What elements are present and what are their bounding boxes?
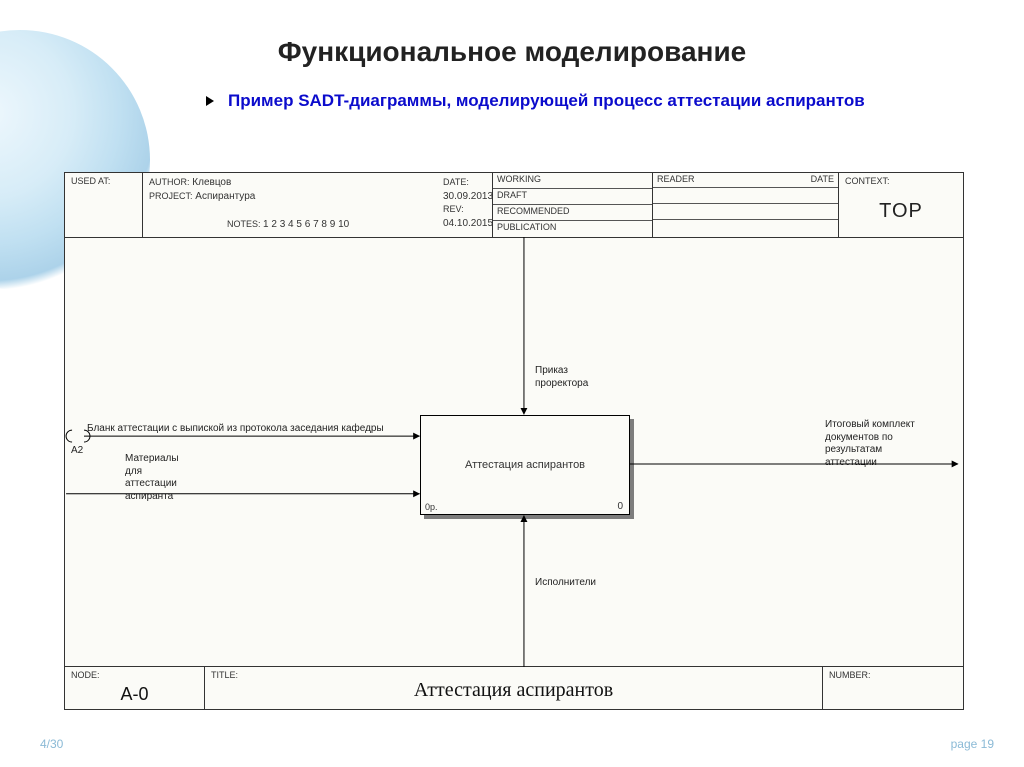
status-recommended: RECOMMENDED <box>493 205 652 221</box>
status-publication: PUBLICATION <box>493 221 652 237</box>
header-reader-block: READER DATE <box>653 173 839 237</box>
node-label: NODE: <box>71 670 100 680</box>
arrow-output-l3: результатам <box>825 444 915 457</box>
notes-value: 1 2 3 4 5 6 7 8 9 10 <box>263 219 349 230</box>
context-value: TOP <box>845 200 957 223</box>
arrow-output-l2: документов по <box>825 432 915 445</box>
arrow-control-label: Приказ проректора <box>535 365 588 390</box>
page-title: Функциональное моделирование <box>0 36 1024 68</box>
arrow-input2-l2: для <box>125 466 179 479</box>
date-label: DATE: <box>443 177 469 187</box>
arrow-input1-call: A2 <box>71 445 83 458</box>
author-value: Клевцов <box>192 177 231 188</box>
arrow-output-l1: Итоговый комплект <box>825 419 915 432</box>
process-id-left: 0р. <box>425 502 438 512</box>
used-at-label: USED AT: <box>71 176 110 186</box>
process-id-right: 0 <box>617 501 623 512</box>
project-label: PROJECT: <box>149 191 193 201</box>
reader-label: READER <box>657 174 695 184</box>
notes-label: NOTES: <box>227 219 261 229</box>
process-box: Аттестация аспирантов 0р. 0 <box>420 415 630 515</box>
footer-number: NUMBER: <box>823 667 963 709</box>
header-used-at: USED AT: <box>65 173 143 237</box>
arrow-output-l4: аттестации <box>825 457 915 470</box>
sadt-diagram-frame: USED AT: AUTHOR: Клевцов PROJECT: Аспира… <box>64 172 964 710</box>
header-context-block: CONTEXT: TOP <box>839 173 963 237</box>
date-value: 30.09.2013 <box>443 191 493 202</box>
reader-date-label: DATE <box>811 174 834 184</box>
number-label: NUMBER: <box>829 670 871 680</box>
arrow-input2-l4: аспиранта <box>125 491 179 504</box>
arrow-output-label: Итоговый комплект документов по результа… <box>825 419 915 469</box>
arrow-control-l1: Приказ <box>535 365 588 378</box>
arrow-input2-l3: аттестации <box>125 478 179 491</box>
diagram-header: USED AT: AUTHOR: Клевцов PROJECT: Аспира… <box>65 173 963 238</box>
footer-title: TITLE: Аттестация аспирантов <box>205 667 823 709</box>
arrow-input2-label: Материалы для аттестации аспиранта <box>125 453 179 503</box>
reader-row <box>653 220 838 235</box>
arrow-input2-l1: Материалы <box>125 453 179 466</box>
page-number: page 19 <box>951 737 994 751</box>
context-label: CONTEXT: <box>845 176 957 186</box>
status-working: WORKING <box>493 173 652 189</box>
header-status-block: WORKING DRAFT RECOMMENDED PUBLICATION <box>493 173 653 237</box>
reader-row <box>653 204 838 220</box>
arrow-control-l2: проректора <box>535 378 588 391</box>
page-counter: 4/30 <box>40 737 63 751</box>
diagram-footer: NODE: A-0 TITLE: Аттестация аспирантов N… <box>65 666 963 709</box>
rev-value: 04.10.2015 <box>443 218 493 229</box>
title-value: Аттестация аспирантов <box>205 679 822 702</box>
project-value: Аспирантура <box>195 191 255 202</box>
node-value: A-0 <box>65 684 204 705</box>
bullet-icon <box>206 96 214 106</box>
process-name: Аттестация аспирантов <box>465 459 585 471</box>
arrow-mechanism-label: Исполнители <box>535 577 596 590</box>
reader-row <box>653 188 838 204</box>
status-draft: DRAFT <box>493 189 652 205</box>
arrow-input1-label: Бланк аттестации с выпиской из протокола… <box>87 423 384 436</box>
diagram-canvas: Приказ проректора Бланк аттестации с вып… <box>65 237 963 667</box>
header-author-block: AUTHOR: Клевцов PROJECT: Аспирантура DAT… <box>143 173 493 237</box>
subtitle-row: Пример SADT-диаграммы, моделирующей проц… <box>206 90 934 113</box>
footer-node: NODE: A-0 <box>65 667 205 709</box>
author-label: AUTHOR: <box>149 177 190 187</box>
rev-label: REV: <box>443 204 464 214</box>
subtitle-text: Пример SADT-диаграммы, моделирующей проц… <box>228 90 865 113</box>
